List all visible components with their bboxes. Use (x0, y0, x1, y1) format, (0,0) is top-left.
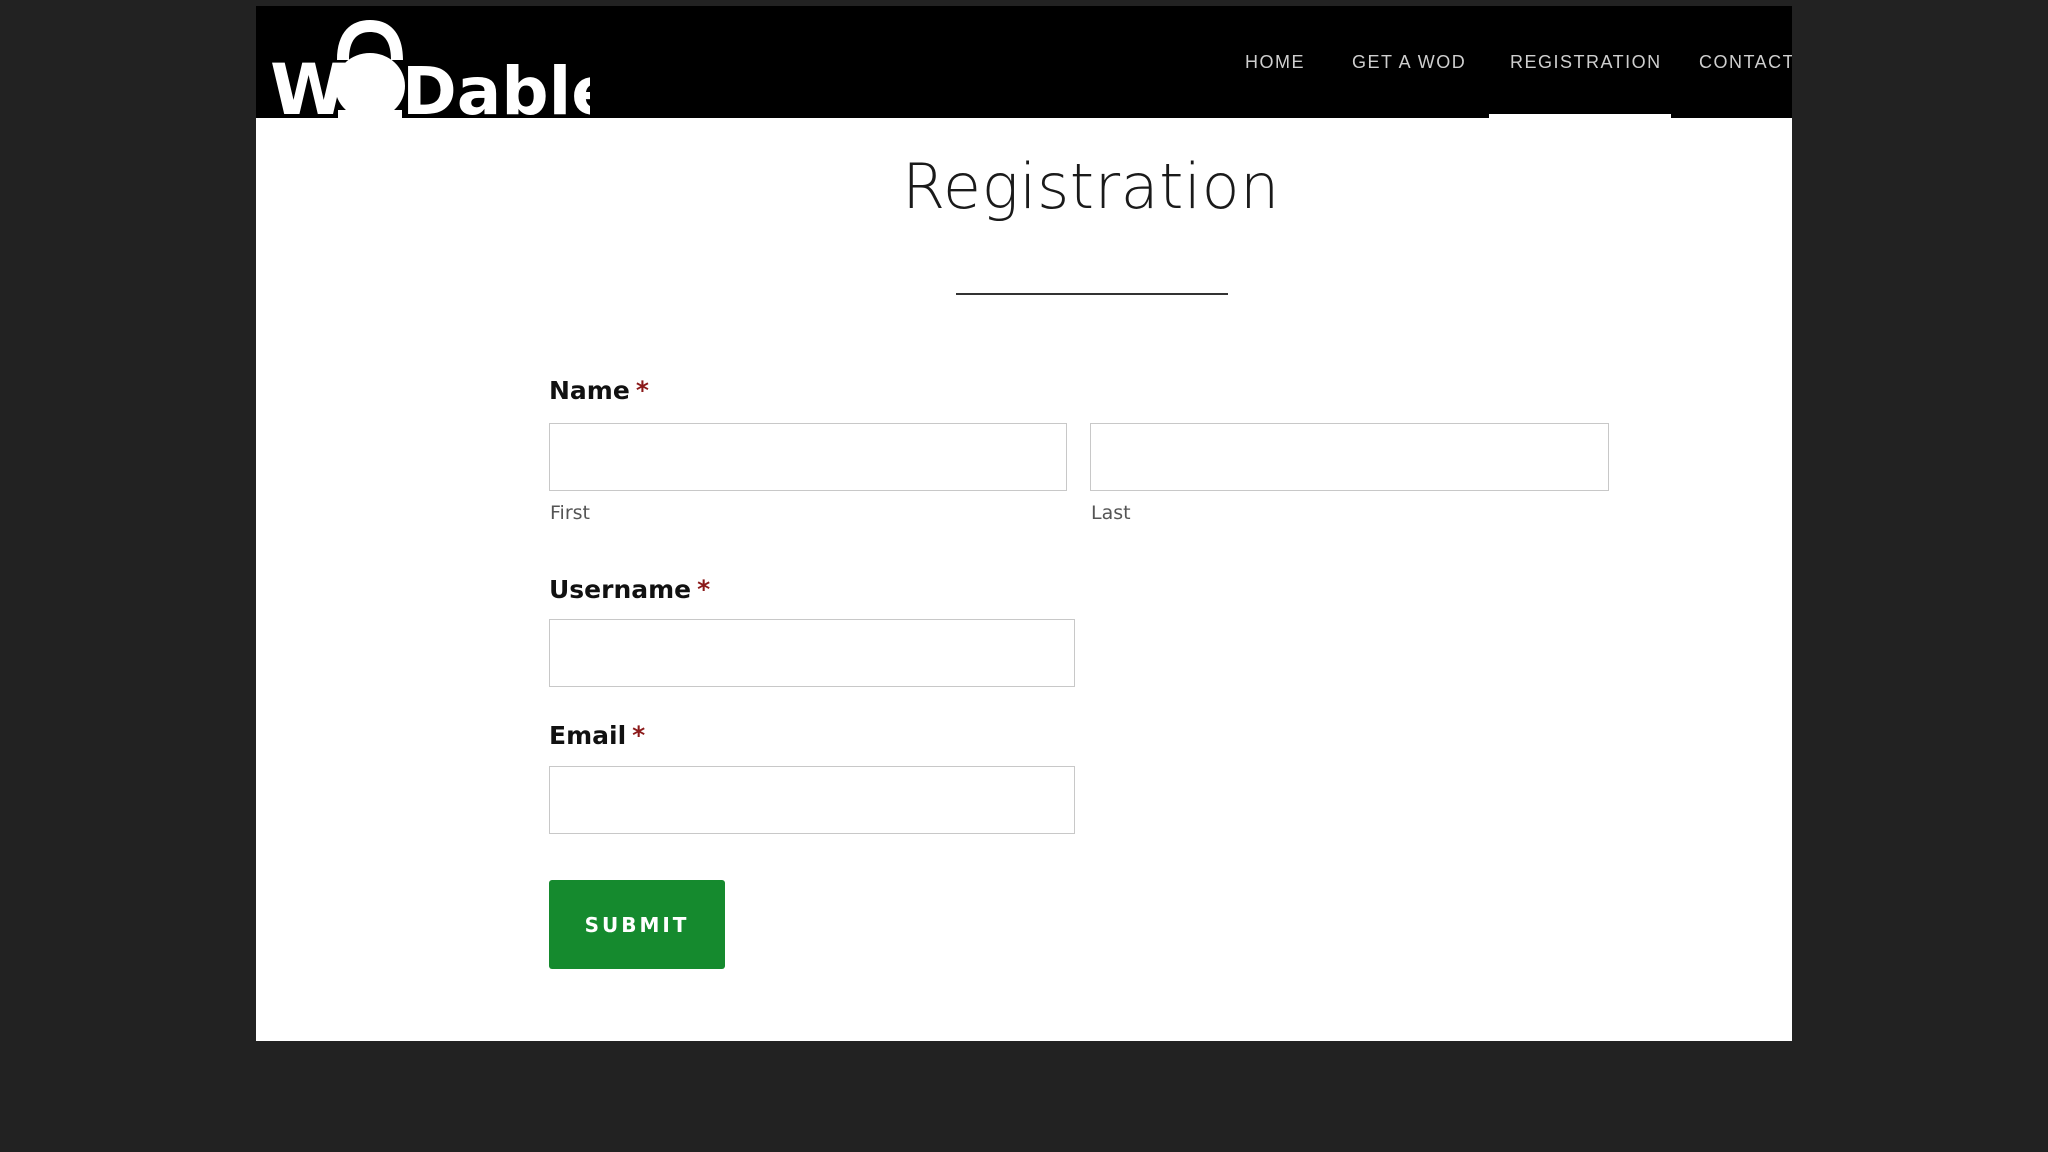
name-label: Name * (549, 376, 649, 405)
email-label: Email * (549, 721, 645, 750)
first-name-input[interactable] (549, 423, 1067, 491)
main-nav: HOME GET A WOD REGISTRATION CONTACT (256, 6, 1792, 118)
username-label-text: Username (549, 575, 692, 604)
required-marker: * (632, 721, 646, 750)
site-header: W Dables HOME GET A WOD REGISTRATION CON… (256, 6, 1792, 120)
last-name-input[interactable] (1090, 423, 1609, 491)
submit-button[interactable]: SUBMIT (549, 880, 725, 969)
username-input[interactable] (549, 619, 1075, 687)
page-frame: W Dables HOME GET A WOD REGISTRATION CON… (256, 6, 1792, 1041)
required-marker: * (697, 575, 711, 604)
required-marker: * (635, 376, 649, 405)
nav-get-a-wod[interactable]: GET A WOD (1352, 52, 1466, 73)
email-input[interactable] (549, 766, 1075, 834)
name-label-text: Name (549, 376, 630, 405)
email-label-text: Email (549, 721, 627, 750)
nav-contact[interactable]: CONTACT (1699, 52, 1792, 73)
title-divider (956, 293, 1228, 295)
last-name-sublabel: Last (1091, 502, 1131, 524)
first-name-sublabel: First (550, 502, 590, 524)
nav-active-indicator (1489, 114, 1671, 118)
page-title: Registration (902, 150, 1280, 223)
username-label: Username * (549, 575, 710, 604)
nav-home[interactable]: HOME (1245, 52, 1305, 73)
nav-registration[interactable]: REGISTRATION (1510, 52, 1662, 73)
